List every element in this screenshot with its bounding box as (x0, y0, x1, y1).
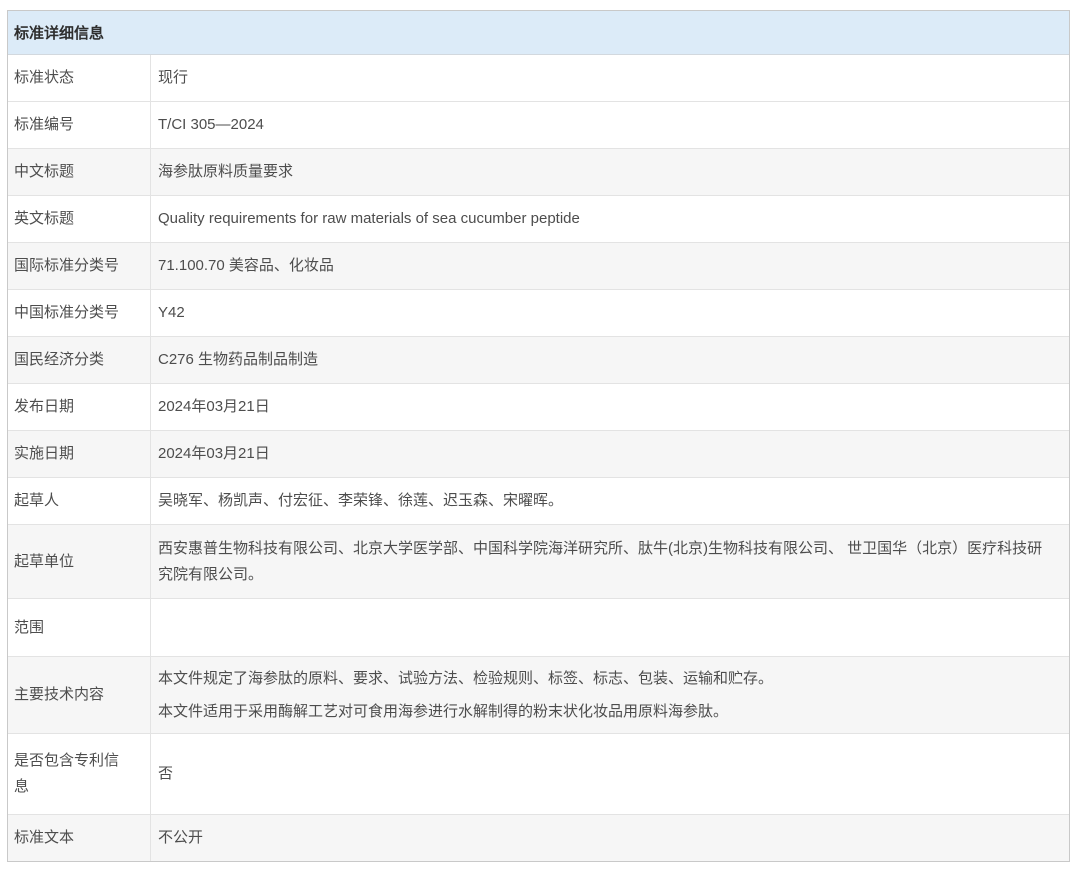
table-row: 国际标准分类号71.100.70 美容品、化妆品 (8, 243, 1069, 290)
panel-title: 标准详细信息 (8, 11, 1069, 55)
row-label: 标准文本 (8, 815, 151, 861)
row-label: 发布日期 (8, 384, 151, 430)
table-row: 范围 (8, 599, 1069, 657)
table-row: 发布日期2024年03月21日 (8, 384, 1069, 431)
row-label: 是否包含专利信息 (8, 734, 151, 814)
row-value: C276 生物药品制品制造 (151, 337, 1069, 383)
row-label: 国民经济分类 (8, 337, 151, 383)
row-value: 吴晓军、杨凯声、付宏征、李荣锋、徐莲、迟玉森、宋曜晖。 (151, 478, 1069, 524)
table-row: 实施日期2024年03月21日 (8, 431, 1069, 478)
row-value: 71.100.70 美容品、化妆品 (151, 243, 1069, 289)
row-label: 中文标题 (8, 149, 151, 195)
row-label: 主要技术内容 (8, 657, 151, 733)
table-row: 中文标题海参肽原料质量要求 (8, 149, 1069, 196)
row-label: 范围 (8, 599, 151, 656)
row-value: 现行 (151, 55, 1069, 101)
table-row: 标准文本不公开 (8, 815, 1069, 861)
table-row: 起草人吴晓军、杨凯声、付宏征、李荣锋、徐莲、迟玉森、宋曜晖。 (8, 478, 1069, 525)
row-value: Y42 (151, 290, 1069, 336)
standard-detail-panel: 标准详细信息 标准状态现行标准编号T/CI 305—2024中文标题海参肽原料质… (7, 10, 1070, 862)
row-value: T/CI 305—2024 (151, 102, 1069, 148)
row-label: 起草单位 (8, 525, 151, 598)
row-value-line: 本文件适用于采用酶解工艺对可食用海参进行水解制得的粉末状化妆品用原料海参肽。 (158, 699, 1057, 725)
row-value: 不公开 (151, 815, 1069, 861)
row-value: 海参肽原料质量要求 (151, 149, 1069, 195)
row-value: 否 (151, 734, 1069, 814)
row-label: 标准编号 (8, 102, 151, 148)
table-row: 标准编号T/CI 305—2024 (8, 102, 1069, 149)
row-label: 起草人 (8, 478, 151, 524)
row-value (151, 599, 1069, 656)
row-label: 英文标题 (8, 196, 151, 242)
row-label: 国际标准分类号 (8, 243, 151, 289)
table-row: 起草单位西安惠普生物科技有限公司、北京大学医学部、中国科学院海洋研究所、肽牛(北… (8, 525, 1069, 599)
table-row: 是否包含专利信息否 (8, 734, 1069, 815)
row-label: 中国标准分类号 (8, 290, 151, 336)
row-value: 2024年03月21日 (151, 384, 1069, 430)
table-row: 国民经济分类C276 生物药品制品制造 (8, 337, 1069, 384)
row-label: 实施日期 (8, 431, 151, 477)
table-row: 主要技术内容本文件规定了海参肽的原料、要求、试验方法、检验规则、标签、标志、包装… (8, 657, 1069, 734)
row-label: 标准状态 (8, 55, 151, 101)
row-value: 西安惠普生物科技有限公司、北京大学医学部、中国科学院海洋研究所、肽牛(北京)生物… (151, 525, 1069, 598)
table-row: 标准状态现行 (8, 55, 1069, 102)
row-value: 本文件规定了海参肽的原料、要求、试验方法、检验规则、标签、标志、包装、运输和贮存… (151, 657, 1069, 733)
standard-detail-table: 标准状态现行标准编号T/CI 305—2024中文标题海参肽原料质量要求英文标题… (8, 55, 1069, 861)
row-value-line: 本文件规定了海参肽的原料、要求、试验方法、检验规则、标签、标志、包装、运输和贮存… (158, 666, 1057, 692)
table-row: 英文标题Quality requirements for raw materia… (8, 196, 1069, 243)
table-row: 中国标准分类号Y42 (8, 290, 1069, 337)
row-value: 2024年03月21日 (151, 431, 1069, 477)
row-value: Quality requirements for raw materials o… (151, 196, 1069, 242)
